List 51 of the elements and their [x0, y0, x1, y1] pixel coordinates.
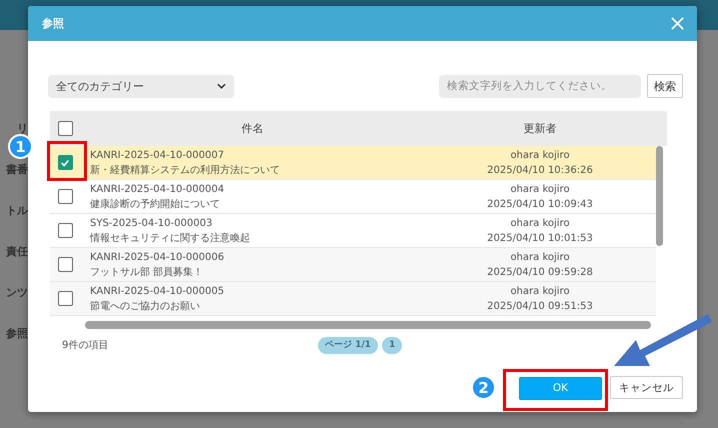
updated-time: 2025/04/10 10:01:53 — [487, 232, 593, 246]
dialog-title: 参照 — [42, 16, 64, 31]
table-row[interactable]: KANRI-2025-04-10-000006 フットサル部 部員募集！ ohara kojiro 2025/04/10 09:59:28 — [50, 248, 656, 282]
updated-time: 2025/04/10 10:09:43 — [487, 198, 593, 212]
item-count: 9件の項目 — [62, 339, 108, 352]
column-header[interactable]: 件名 — [242, 121, 264, 136]
form-label: 書番 — [6, 162, 28, 178]
document-title: 情報セキュリティに関する注意喚起 — [90, 232, 250, 246]
document-title: 健康診断の予約開始について — [90, 198, 220, 212]
document-id: SYS-2025-04-10-000003 — [90, 216, 212, 230]
column-header[interactable]: 更新者 — [524, 121, 556, 136]
updater-name: ohara kojiro — [510, 182, 570, 196]
updater-name: ohara kojiro — [510, 148, 570, 162]
form-label: 責任 — [6, 244, 28, 260]
category-select[interactable]: 全てのカテゴリー — [48, 74, 234, 98]
form-label: トル — [6, 203, 28, 219]
row-checkbox[interactable] — [58, 223, 72, 238]
updated-time: 2025/04/10 09:51:53 — [487, 300, 593, 314]
updater-name: ohara kojiro — [510, 284, 570, 298]
search-button[interactable]: 検索 — [647, 74, 683, 98]
updater-name: ohara kojiro — [510, 216, 570, 230]
form-label: 参照 — [6, 326, 28, 342]
table-row[interactable]: KANRI-2025-04-10-000005 節電へのご協力のお願い ohara kojiro 2025/04/10 09:51:53 — [50, 282, 656, 316]
updated-time: 2025/04/10 09:59:28 — [487, 266, 593, 280]
close-icon[interactable] — [670, 16, 685, 31]
cancel-button[interactable]: キャンセル — [610, 376, 683, 399]
row-checkbox[interactable] — [58, 189, 72, 204]
document-id: KANRI-2025-04-10-000004 — [90, 182, 224, 196]
document-id: KANRI-2025-04-10-000005 — [90, 284, 224, 298]
updater-name: ohara kojiro — [510, 250, 570, 264]
row-checkbox[interactable] — [58, 257, 72, 272]
step-badge: 1 — [8, 134, 33, 159]
document-id: KANRI-2025-04-10-000007 — [90, 148, 224, 162]
search-field[interactable]: 検索文字列を入力してください。 — [439, 74, 641, 98]
table-row[interactable]: KANRI-2025-04-10-000007 新・経費精算システムの利用方法について ohara kojiro 2025/04/10 10:36:26 — [50, 146, 656, 180]
horizontal-scrollbar[interactable] — [85, 321, 651, 329]
row-checkbox[interactable] — [58, 291, 72, 306]
document-title: 新・経費精算システムの利用方法について — [90, 164, 280, 178]
page-indicator: ページ 1/1 — [318, 336, 378, 354]
document-title: 節電へのご協力のお願い — [90, 300, 200, 314]
highlight-frame — [47, 141, 87, 181]
select-all-checkbox[interactable] — [58, 121, 72, 136]
document-title: フットサル部 部員募集！ — [90, 266, 204, 280]
form-label: リ — [17, 121, 28, 137]
chevron-down-icon — [217, 83, 226, 89]
check-icon — [60, 158, 70, 168]
scrollbar-thumb[interactable] — [656, 146, 663, 246]
document-id: KANRI-2025-04-10-000006 — [90, 250, 224, 264]
row-checkbox[interactable] — [58, 155, 72, 170]
form-label: ンツ — [6, 285, 28, 301]
updated-time: 2025/04/10 10:36:26 — [487, 164, 593, 178]
